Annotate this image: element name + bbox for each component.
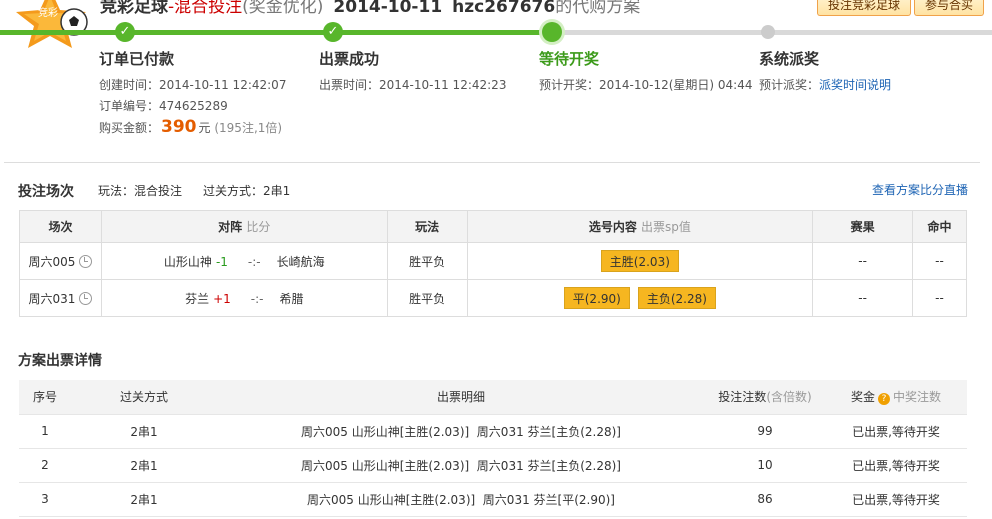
step-pending-dot-icon [761,25,775,39]
draw-time: 预计开奖：2014-10-12(星期日) 04:44 [539,78,753,92]
title-user: hzc267676 [452,0,556,17]
step-paid: 订单已付款 创建时间：2014-10-11 12:42:07 订单编号：4746… [99,48,286,139]
divider [4,162,980,163]
step-title: 订单已付款 [99,50,175,68]
home-team: 山形山神 [163,254,212,269]
ticket-section-title: 方案出票详情 [18,353,102,369]
play-type: 玩法：混合投注 [98,184,183,198]
table-row: 周六031 芬兰 +1 -:- 希腊 胜平负 平(2.90) 主负(2.28) -- -… [19,279,967,317]
bet-matches-table: 场次 对阵 比分 玩法 选号内容 出票sp值 赛果 命中 周六005 山形山神 -… [19,210,967,317]
home-team: 芬兰 [185,291,210,306]
title-date: 2014-10-11 [333,0,443,17]
purchase-amount: 购买金额： 390 元 (195注,1倍) [99,117,283,137]
table-row: 1 2串1 周六005 山形山神[主胜(2.03)] 周六031 芬兰[主负(2… [19,414,967,449]
step-current-dot-icon [542,22,562,42]
away-team: 长崎航海 [276,254,325,269]
step-done-check-icon: ✓ [115,22,135,42]
title-suffix: 的代购方案 [555,0,641,17]
clock-icon [79,254,93,268]
clock-icon [79,291,93,305]
page-title: 竞彩足球-混合投注(奖金优化) 2014-10-11 hzc267676的代购方案 [100,0,640,17]
pick-chip: 主胜(2.03) [600,250,679,272]
bet-section-title: 投注场次 [18,184,74,200]
logo-text: 竞彩 [38,6,58,19]
step-title: 等待开奖 [539,50,600,68]
title-bonus: (奖金优化) [242,0,324,17]
title-mode: 混合投注 [174,0,243,17]
table-row: 周六005 山形山神 -1 -:- 长崎航海 胜平负 主胜(2.03) -- -- [19,242,967,280]
table-header-row: 场次 对阵 比分 玩法 选号内容 出票sp值 赛果 命中 [19,210,967,243]
progress-done [0,30,544,35]
payout-time-link[interactable]: 派奖时间说明 [819,78,891,92]
order-progress-bar: ✓ ✓ [0,22,992,42]
pick-chip: 主负(2.28) [637,287,716,309]
pass-type: 过关方式：2串1 [203,184,291,198]
step-payout: 系统派奖 预计派奖：派奖时间说明 [759,50,892,92]
bet-football-button[interactable]: 投注竞彩足球 [817,0,912,16]
table-header-row: 序号 过关方式 出票明细 投注注数(含倍数) 奖金? 中奖注数 [19,380,967,415]
amount-value: 390 [161,117,197,137]
title-lottery: 竞彩足球 [100,0,168,17]
table-row: 2 2串1 周六005 山形山神[主胜(2.03)] 周六031 芬兰[主负(2… [19,448,967,483]
step-awaiting-draw: 等待开奖 预计开奖：2014-10-12(星期日) 04:44 [539,48,753,96]
step-done-check-icon: ✓ [323,22,343,42]
pick-chip: 平(2.90) [563,287,630,309]
create-time: 创建时间：2014-10-11 12:42:07 [99,78,287,92]
ticket-details-table: 序号 过关方式 出票明细 投注注数(含倍数) 奖金? 中奖注数 1 2串1 周六0… [19,380,967,517]
help-icon[interactable]: ? [878,393,890,406]
lottery-logo: 竞彩 [16,0,88,48]
away-team: 希腊 [279,291,304,306]
step-ticketed: 出票成功 出票时间：2014-10-11 12:42:23 [319,48,506,96]
ticket-time: 出票时间：2014-10-11 12:42:23 [319,78,507,92]
step-title: 出票成功 [319,50,380,68]
table-row: 3 2串1 周六005 山形山神[主胜(2.03)] 周六031 芬兰[平(2.… [19,482,967,517]
join-group-buy-button[interactable]: 参与合买 [914,0,985,16]
step-title: 系统派奖 [759,50,820,68]
live-score-link[interactable]: 查看方案比分直播 [872,181,968,198]
order-number: 订单编号：474625289 [99,99,228,113]
